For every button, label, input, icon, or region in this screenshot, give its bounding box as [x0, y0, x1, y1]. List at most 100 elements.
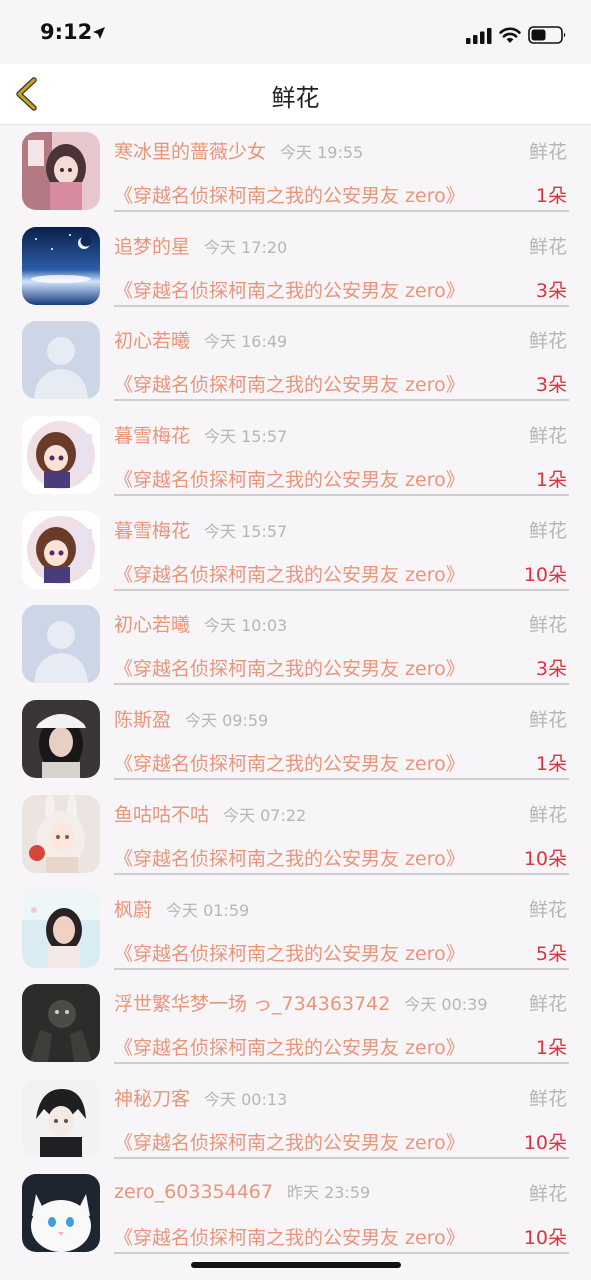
divider: [114, 872, 569, 875]
user-name[interactable]: 陈斯盈 今天 09:59: [114, 705, 268, 732]
avatar[interactable]: [22, 132, 100, 210]
gift-type-label: 鲜花: [528, 1087, 567, 1110]
book-title-link[interactable]: 《穿越名侦探柯南之我的公安男友 zero》: [114, 560, 465, 587]
timestamp: 今天 00:39: [404, 995, 488, 1015]
divider: [114, 210, 569, 212]
list-item[interactable]: zero_603354467 昨天 23:59 鲜花《穿越名侦探柯南之我的公安男友 …: [0, 1167, 591, 1262]
gift-type-label: 鲜花: [528, 235, 567, 258]
timestamp: 今天 15:57: [204, 521, 288, 541]
gift-type-label: 鲜花: [528, 425, 567, 448]
flower-list: 寒冰里的蔷薇少女 今天 19:55 鲜花 《穿越名侦探柯南之我的公安男友 zero》 1…: [0, 125, 591, 1261]
timestamp: 今天 16:49: [204, 332, 288, 352]
flower-count: 3朵: [535, 658, 567, 681]
avatar[interactable]: [22, 889, 100, 968]
flower-count: 10朵: [523, 847, 567, 870]
flower-count: 5朵: [535, 942, 567, 965]
book-title-link[interactable]: 《穿越名侦探柯南之我的公安男友 zero》: [114, 749, 465, 776]
list-item[interactable]: 暮雪梅花 今天 15:57 鲜花 《穿越名侦探柯南之我的公安男友 zero》 10朵: [0, 504, 591, 599]
book-title-link[interactable]: 《穿越名侦探柯南之我的公安男友 zero》: [114, 844, 465, 871]
user-name[interactable]: 初心若曦 今天 16:49: [114, 326, 287, 353]
user-name[interactable]: 追梦的星 今天 17:20: [114, 232, 287, 259]
book-title-link[interactable]: 《穿越名侦探柯南之我的公安男友 zero》: [114, 370, 465, 397]
list-item[interactable]: 初心若曦 今天 10:03 鲜花 《穿越名侦探柯南之我的公安男友 zero》 3朵: [0, 598, 591, 693]
flower-count: 1朵: [535, 753, 567, 776]
status-time: 9:12: [40, 20, 93, 44]
user-name-text[interactable]: 寒冰里的蔷薇少女: [114, 141, 266, 163]
avatar[interactable]: [22, 794, 100, 873]
flower-count: 1朵: [535, 1037, 567, 1060]
user-name-text[interactable]: 鱼咕咕不咕: [114, 804, 209, 826]
gift-type-label: 鲜花: [528, 1182, 567, 1205]
user-name-text[interactable]: 暮雪梅花: [114, 520, 190, 542]
list-item[interactable]: 寒冰里的蔷薇少女 今天 19:55 鲜花《穿越名侦探柯南之我的公安男友 zero》 1…: [0, 125, 591, 220]
divider: [114, 494, 569, 497]
user-name-text[interactable]: 陈斯盈: [114, 709, 171, 731]
timestamp: 今天 07:22: [223, 805, 307, 825]
page-title: 鲜花: [271, 84, 320, 112]
location-arrow-icon: [93, 27, 105, 39]
flower-count: 3朵: [535, 374, 567, 397]
divider: [114, 1062, 569, 1065]
book-title-link[interactable]: 《穿越名侦探柯南之我的公安男友 zero》: [114, 465, 465, 492]
user-name[interactable]: 寒冰里的蔷薇少女 今天 19:55: [114, 137, 363, 164]
flower-count: 10朵: [523, 1131, 567, 1154]
list-item[interactable]: 枫蔚 今天 01:59 鲜花《穿越名侦探柯南之我的公安男友 zero》 5朵: [0, 883, 591, 978]
user-name-text[interactable]: 暮雪梅花: [114, 425, 190, 447]
list-item[interactable]: 鱼咕咕不咕 今天 07:22 鲜花《穿越名侦探柯南之我的公安男友 zero》 10朵: [0, 788, 591, 883]
avatar[interactable]: [22, 984, 100, 1063]
user-name[interactable]: 枫蔚 今天 01:59: [114, 895, 249, 922]
list-item[interactable]: 暮雪梅花 今天 15:57 鲜花 《穿越名侦探柯南之我的公安男友 zero》 1朵: [0, 409, 591, 504]
gift-type-label: 鲜花: [528, 141, 567, 163]
flower-count: 3朵: [535, 279, 567, 302]
flower-count: 1朵: [535, 185, 567, 207]
gift-type-label: 鲜花: [528, 519, 567, 542]
user-name[interactable]: 神秘刀客 今天 00:13: [114, 1084, 287, 1111]
timestamp: 今天 00:13: [204, 1089, 288, 1109]
avatar[interactable]: [22, 1173, 100, 1252]
gift-type-label: 鲜花: [528, 803, 567, 826]
avatar[interactable]: [22, 605, 100, 684]
avatar[interactable]: [22, 321, 100, 400]
list-item[interactable]: 陈斯盈 今天 09:59 鲜花《穿越名侦探柯南之我的公安男友 zero》 1朵: [0, 693, 591, 788]
timestamp: 今天 09:59: [185, 711, 269, 731]
user-name-text[interactable]: 浮世繁华梦一场 っ_734363742: [114, 993, 390, 1015]
timestamp: 今天 19:55: [280, 143, 364, 162]
user-name-text[interactable]: 追梦的星: [114, 236, 190, 258]
list-item[interactable]: 初心若曦 今天 16:49 鲜花 《穿越名侦探柯南之我的公安男友 zero》 3朵: [0, 314, 591, 409]
timestamp: 今天 01:59: [166, 900, 250, 920]
avatar[interactable]: [22, 1078, 100, 1157]
book-title-link[interactable]: 《穿越名侦探柯南之我的公安男友 zero》: [114, 1033, 465, 1060]
book-title-link[interactable]: 《穿越名侦探柯南之我的公安男友 zero》: [114, 181, 465, 208]
user-name[interactable]: 浮世繁华梦一场 っ_734363742 今天 00:39: [114, 989, 488, 1016]
home-indicator: [191, 1262, 401, 1268]
user-name-text[interactable]: 初心若曦: [114, 330, 190, 352]
gift-type-label: 鲜花: [528, 709, 567, 732]
book-title-link[interactable]: 《穿越名侦探柯南之我的公安男友 zero》: [114, 654, 465, 681]
list-item[interactable]: 神秘刀客 今天 00:13 鲜花《穿越名侦探柯南之我的公安男友 zero》 10朵: [0, 1072, 591, 1167]
divider: [114, 304, 569, 307]
gift-type-label: 鲜花: [528, 993, 567, 1016]
book-title-link[interactable]: 《穿越名侦探柯南之我的公安男友 zero》: [114, 1223, 465, 1250]
book-title-link[interactable]: 《穿越名侦探柯南之我的公安男友 zero》: [114, 1128, 465, 1155]
avatar[interactable]: [22, 416, 100, 495]
gift-type-label: 鲜花: [528, 898, 567, 921]
timestamp: 今天 10:03: [204, 616, 288, 636]
divider: [114, 683, 569, 686]
divider: [114, 399, 569, 402]
user-name-text[interactable]: zero_603354467: [114, 1181, 273, 1203]
book-title-link[interactable]: 《穿越名侦探柯南之我的公安男友 zero》: [114, 939, 465, 966]
user-name[interactable]: zero_603354467 昨天 23:59: [114, 1179, 370, 1203]
avatar[interactable]: [22, 700, 100, 779]
user-name-text[interactable]: 初心若曦: [114, 614, 190, 636]
list-item[interactable]: 追梦的星 今天 17:20 鲜花《穿越名侦探柯南之我的公安男友 zero》 3朵: [0, 220, 591, 315]
user-name-text[interactable]: 神秘刀客: [114, 1088, 190, 1110]
list-item[interactable]: 浮世繁华梦一场 っ_734363742 今天 00:39 鲜花《穿越名侦探柯南之我的…: [0, 977, 591, 1072]
avatar[interactable]: [22, 510, 100, 589]
user-name[interactable]: 初心若曦 今天 10:03: [114, 610, 287, 637]
user-name[interactable]: 暮雪梅花 今天 15:57: [114, 421, 287, 448]
user-name[interactable]: 暮雪梅花 今天 15:57: [114, 516, 287, 543]
book-title-link[interactable]: 《穿越名侦探柯南之我的公安男友 zero》: [114, 276, 465, 303]
user-name-text[interactable]: 枫蔚: [114, 899, 152, 921]
user-name[interactable]: 鱼咕咕不咕 今天 07:22: [114, 800, 306, 827]
avatar[interactable]: [22, 226, 100, 305]
